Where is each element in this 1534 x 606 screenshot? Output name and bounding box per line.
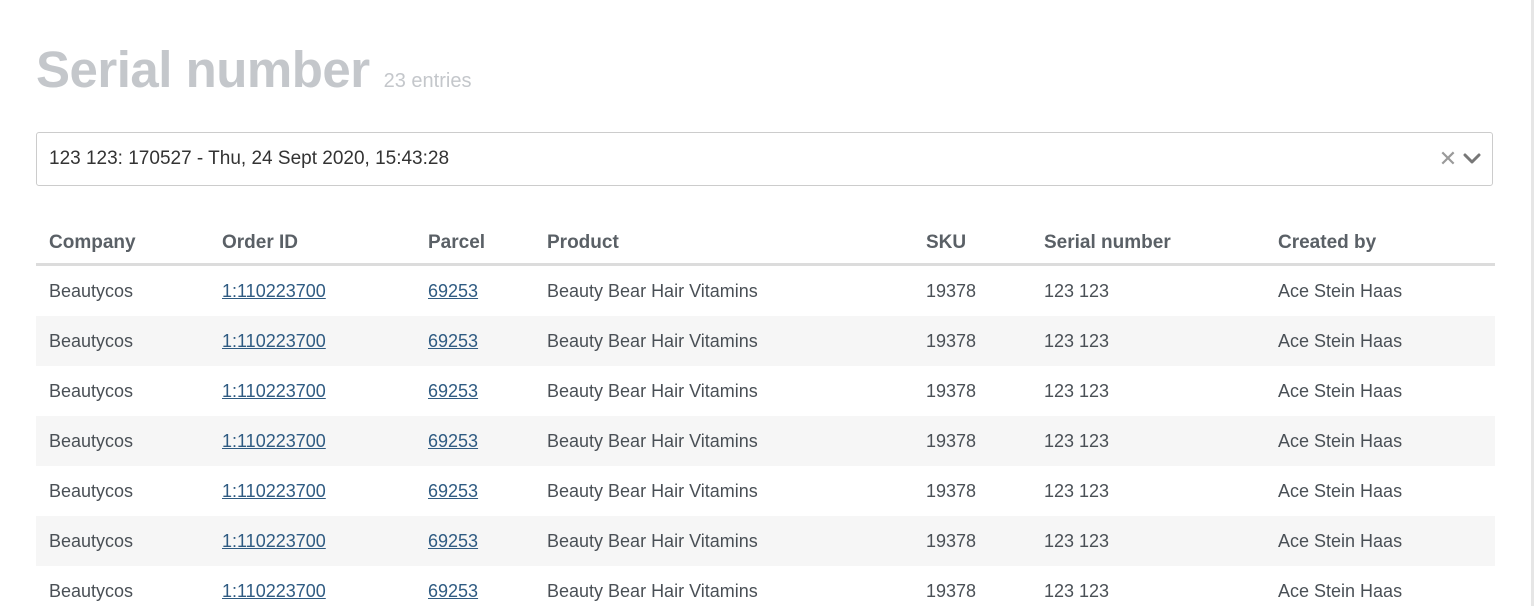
order-id-cell: 1:110223700 [209, 516, 415, 566]
parcel-link[interactable]: 69253 [428, 531, 478, 551]
parcel-cell: 69253 [415, 566, 534, 606]
table-row[interactable]: Beautycos 1:110223700 69253 Beauty Bear Hai… [36, 566, 1495, 606]
table-row[interactable]: Beautycos 1:110223700 69253 Beauty Bear Hai… [36, 416, 1495, 466]
parcel-cell: 69253 [415, 516, 534, 566]
company-cell: Beautycos [36, 416, 209, 466]
order-id-link[interactable]: 1:110223700 [222, 281, 326, 301]
created-by-cell: Ace Stein Haas [1265, 516, 1495, 566]
column-header-parcel[interactable]: Parcel [415, 232, 534, 266]
serial-number-cell: 123 123 [1044, 280, 1110, 301]
serial-select[interactable]: 123 123: 170527 - Thu, 24 Sept 2020, 15:… [36, 132, 1493, 186]
created-by-cell: Ace Stein Haas [1265, 316, 1495, 366]
close-icon[interactable]: ✕ [1438, 148, 1458, 170]
sku-cell: 19378 [926, 580, 977, 601]
parcel-link[interactable]: 69253 [428, 581, 478, 601]
company-cell: Beautycos [49, 480, 134, 501]
parcel-cell: 69253 [415, 366, 534, 416]
company-cell: Beautycos [49, 280, 134, 301]
product-cell: Beauty Bear Hair Vitamins [534, 316, 913, 366]
company-cell: Beautycos [49, 380, 134, 401]
parcel-link[interactable]: 69253 [428, 431, 478, 451]
order-id-cell: 1:110223700 [209, 566, 415, 606]
company-cell: Beautycos [36, 516, 209, 566]
created-by-cell: Ace Stein Haas [1278, 280, 1403, 301]
parcel-cell: 69253 [415, 316, 534, 366]
column-header-order-id[interactable]: Order ID [209, 232, 415, 266]
page-title: Serial number [36, 41, 370, 98]
sku-cell: 19378 [913, 416, 1031, 466]
order-id-cell: 1:110223700 [209, 466, 415, 516]
order-id-link[interactable]: 1:110223700 [222, 531, 326, 551]
parcel-link[interactable]: 69253 [428, 331, 478, 351]
order-id-link[interactable]: 1:110223700 [222, 331, 326, 351]
order-id-link[interactable]: 1:110223700 [222, 481, 326, 501]
table-row[interactable]: Beautycos 1:110223700 69253 Beauty Bear Hai… [36, 265, 1495, 317]
parcel-link[interactable]: 69253 [428, 281, 478, 301]
sku-cell: 19378 [926, 480, 977, 501]
serial-number-cell: 123 123 [1031, 516, 1265, 566]
table-header-row: Company Order ID Parcel Product SKU Seri… [36, 232, 1495, 266]
order-id-link[interactable]: 1:110223700 [222, 381, 326, 401]
serial-number-cell: 123 123 [1031, 416, 1265, 466]
table-row[interactable]: Beautycos 1:110223700 69253 Beauty Bear Hai… [36, 366, 1495, 416]
order-id-cell: 1:110223700 [209, 366, 415, 416]
product-cell: Beauty Bear Hair Vitamins [547, 380, 758, 401]
parcel-cell: 69253 [415, 466, 534, 516]
company-cell: Beautycos [49, 580, 134, 601]
order-id-cell: 1:110223700 [209, 316, 415, 366]
column-header-company[interactable]: Company [36, 232, 209, 266]
serial-number-table: Company Order ID Parcel Product SKU Seri… [36, 232, 1495, 606]
sku-cell: 19378 [913, 516, 1031, 566]
serial-number-cell: 123 123 [1044, 380, 1110, 401]
sku-cell: 19378 [926, 280, 977, 301]
entry-count: 23 entries [383, 70, 472, 92]
product-cell: Beauty Bear Hair Vitamins [547, 280, 758, 301]
column-header-sku[interactable]: SKU [913, 232, 1031, 266]
parcel-link[interactable]: 69253 [428, 381, 478, 401]
created-by-cell: Ace Stein Haas [1265, 416, 1495, 466]
sku-cell: 19378 [913, 316, 1031, 366]
parcel-cell: 69253 [415, 265, 534, 317]
page: Serial number 23 entries 123 123: 170527… [0, 0, 1534, 606]
product-cell: Beauty Bear Hair Vitamins [534, 516, 913, 566]
product-cell: Beauty Bear Hair Vitamins [534, 416, 913, 466]
table-row[interactable]: Beautycos 1:110223700 69253 Beauty Bear Hai… [36, 316, 1495, 366]
serial-number-cell: 123 123 [1044, 480, 1110, 501]
chevron-down-icon[interactable] [1462, 149, 1482, 169]
product-cell: Beauty Bear Hair Vitamins [547, 580, 758, 601]
parcel-cell: 69253 [415, 416, 534, 466]
sku-cell: 19378 [926, 380, 977, 401]
order-id-link[interactable]: 1:110223700 [222, 581, 326, 601]
page-heading: Serial number 23 entries [36, 40, 471, 99]
serial-number-cell: 123 123 [1044, 580, 1110, 601]
serial-number-cell: 123 123 [1031, 316, 1265, 366]
created-by-cell: Ace Stein Haas [1278, 580, 1403, 601]
column-header-product[interactable]: Product [534, 232, 913, 266]
parcel-link[interactable]: 69253 [428, 481, 478, 501]
company-cell: Beautycos [36, 316, 209, 366]
serial-select-value: 123 123: 170527 - Thu, 24 Sept 2020, 15:… [49, 148, 450, 169]
order-id-cell: 1:110223700 [209, 416, 415, 466]
column-header-created-by[interactable]: Created by [1265, 232, 1495, 266]
table-row[interactable]: Beautycos 1:110223700 69253 Beauty Bear Hai… [36, 466, 1495, 516]
order-id-link[interactable]: 1:110223700 [222, 431, 326, 451]
created-by-cell: Ace Stein Haas [1278, 380, 1403, 401]
table-row[interactable]: Beautycos 1:110223700 69253 Beauty Bear Hai… [36, 516, 1495, 566]
product-cell: Beauty Bear Hair Vitamins [547, 480, 758, 501]
order-id-cell: 1:110223700 [209, 265, 415, 317]
column-header-serial-number[interactable]: Serial number [1031, 232, 1265, 266]
created-by-cell: Ace Stein Haas [1278, 480, 1403, 501]
